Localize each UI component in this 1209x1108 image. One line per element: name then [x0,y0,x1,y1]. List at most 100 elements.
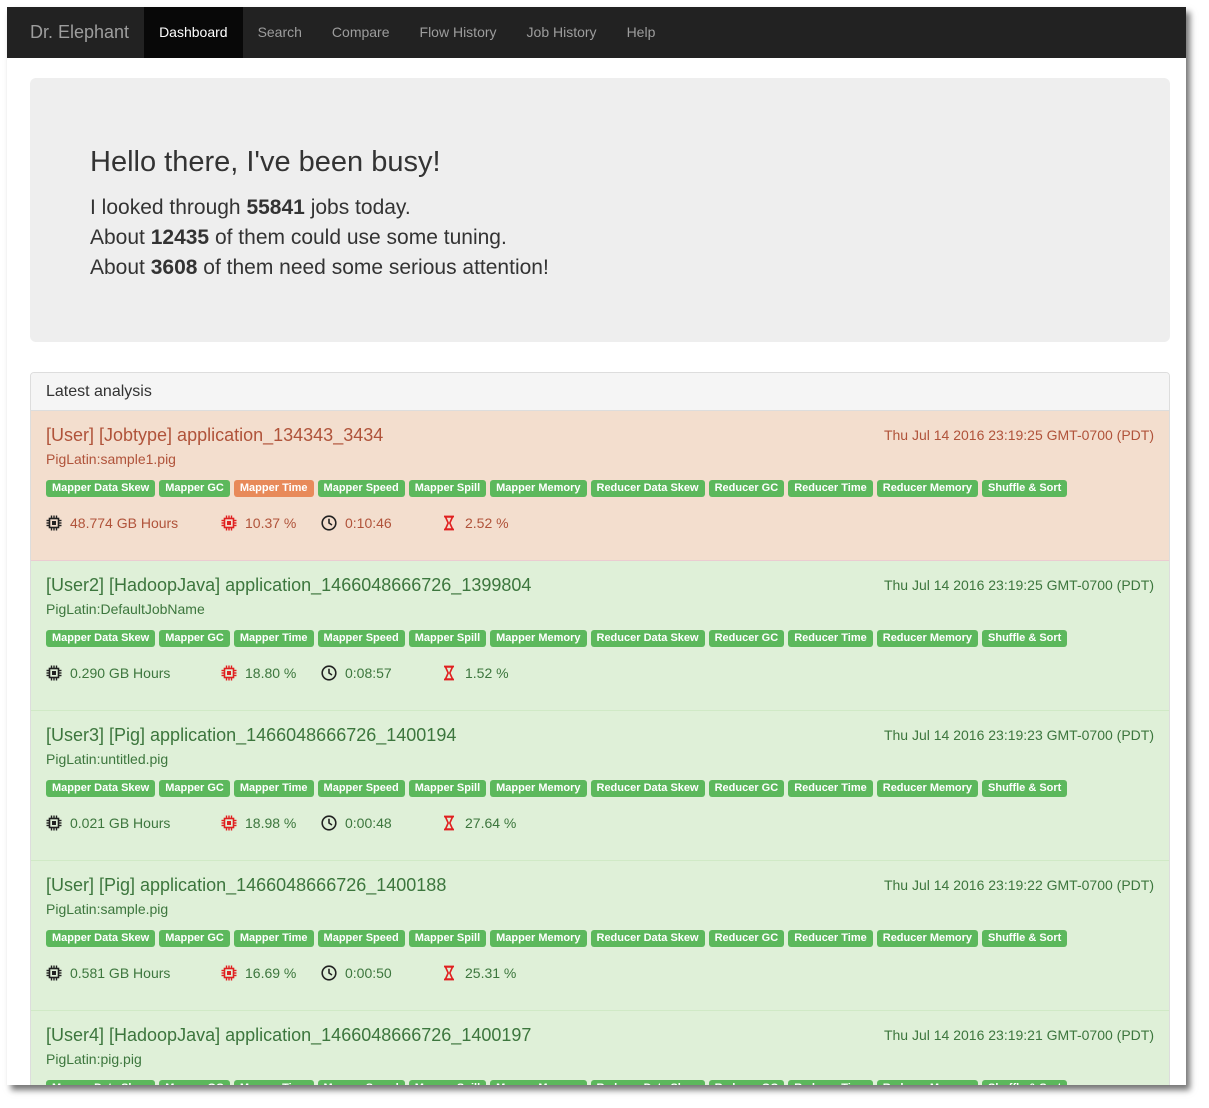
memory-chip-icon [46,515,62,531]
clock-icon [321,965,337,981]
heuristic-badge[interactable]: Mapper Memory [490,630,587,647]
heuristic-badge[interactable]: Mapper Time [233,480,314,497]
heuristic-badge[interactable]: Mapper GC [159,930,230,947]
resource-used: 48.774 GB Hours [46,515,221,531]
heuristic-badge[interactable]: Mapper Memory [490,780,587,797]
heuristic-badge[interactable]: Mapper Spill [408,1080,487,1085]
cpu-chip-icon [221,815,237,831]
heuristic-badges: Mapper Data SkewMapper GCMapper TimeMapp… [46,930,1154,947]
nav-dashboard[interactable]: Dashboard [144,7,243,58]
job-row[interactable]: [User3] [Pig] application_1466048666726_… [31,711,1169,861]
heuristic-badge[interactable]: Reducer Data Skew [590,930,705,947]
runtime: 0:00:48 [321,815,441,831]
heuristic-badge[interactable]: Mapper Data Skew [46,930,156,947]
hero-line-tuning: About 12435 of them could use some tunin… [90,226,507,249]
heuristic-badge[interactable]: Shuffle & Sort [982,930,1068,947]
heuristic-badge[interactable]: Mapper Data Skew [46,480,156,497]
clock-icon [321,665,337,681]
job-row[interactable]: [User2] [HadoopJava] application_1466048… [31,561,1169,711]
heuristic-badge[interactable]: Reducer Time [788,1080,873,1085]
heuristic-badge[interactable]: Mapper Spill [408,480,487,497]
heuristic-badge[interactable]: Reducer GC [708,630,785,647]
hourglass-icon [444,515,454,531]
heuristic-badge[interactable]: Shuffle & Sort [982,780,1068,797]
cpu-efficiency: 18.98 % [221,815,321,831]
heuristic-badge[interactable]: Reducer Memory [876,1080,979,1085]
heuristic-badges: Mapper Data SkewMapper GCMapper TimeMapp… [46,780,1154,797]
navbar: Dr. Elephant Dashboard Search Compare Fl… [7,7,1186,58]
heuristic-badge[interactable]: Mapper Data Skew [46,630,156,647]
heuristic-badge[interactable]: Reducer Data Skew [590,780,705,797]
heuristic-badge[interactable]: Mapper Time [233,780,314,797]
job-metrics: 0.581 GB Hours 16.69 % 0:00:50 25.31 % [46,963,1154,983]
heuristic-badge[interactable]: Mapper Data Skew [46,1080,156,1085]
heuristic-badge[interactable]: Shuffle & Sort [982,480,1068,497]
hourglass-icon [444,665,454,681]
job-name: PigLatin:sample1.pig [46,451,176,467]
nav-search[interactable]: Search [243,7,317,58]
heuristic-badge[interactable]: Mapper Memory [490,1080,587,1085]
cpu-efficiency: 10.37 % [221,515,321,531]
wait-time: 1.52 % [441,665,541,681]
resource-used: 0.581 GB Hours [46,965,221,981]
heuristic-badge[interactable]: Shuffle & Sort [982,630,1068,647]
heuristic-badge[interactable]: Mapper Memory [490,480,587,497]
heuristic-badge[interactable]: Reducer Time [788,630,873,647]
resource-used: 0.021 GB Hours [46,815,221,831]
heuristic-badge[interactable]: Reducer Data Skew [590,480,705,497]
job-row[interactable]: [User] [Jobtype] application_134343_3434… [31,411,1169,561]
heuristic-badge[interactable]: Mapper Time [233,930,314,947]
heuristic-badges: Mapper Data SkewMapper GCMapper TimeMapp… [46,1080,1154,1085]
job-row[interactable]: [User] [Pig] application_1466048666726_1… [31,861,1169,1011]
heuristic-badge[interactable]: Reducer Time [788,480,873,497]
nav-job-history[interactable]: Job History [512,7,612,58]
heuristic-badge[interactable]: Reducer Data Skew [590,630,705,647]
nav-compare[interactable]: Compare [317,7,405,58]
heuristic-badge[interactable]: Mapper Speed [317,480,405,497]
hourglass-icon [444,815,454,831]
heuristic-badges: Mapper Data SkewMapper GCMapper TimeMapp… [46,480,1154,497]
heuristic-badges: Mapper Data SkewMapper GCMapper TimeMapp… [46,630,1154,647]
heuristic-badge[interactable]: Reducer Memory [876,930,979,947]
job-name: PigLatin:DefaultJobName [46,601,205,617]
heuristic-badge[interactable]: Reducer GC [708,780,785,797]
heuristic-badge[interactable]: Mapper Spill [408,780,487,797]
nav-flow-history[interactable]: Flow History [405,7,512,58]
brand-link[interactable]: Dr. Elephant [7,7,144,58]
heuristic-badge[interactable]: Reducer GC [708,480,785,497]
heuristic-badge[interactable]: Mapper GC [159,480,230,497]
heuristic-badge[interactable]: Mapper GC [159,780,230,797]
heuristic-badge[interactable]: Mapper Memory [490,930,587,947]
heuristic-badge[interactable]: Mapper Speed [317,780,405,797]
heuristic-badge[interactable]: Mapper Data Skew [46,780,156,797]
heuristic-badge[interactable]: Mapper Time [233,1080,314,1085]
wait-time: 25.31 % [441,965,541,981]
heuristic-badge[interactable]: Reducer Memory [876,480,979,497]
heuristic-badge[interactable]: Reducer GC [708,1080,785,1085]
runtime: 0:08:57 [321,665,441,681]
job-metrics: 0.021 GB Hours 18.98 % 0:00:48 27.64 % [46,813,1154,833]
heuristic-badge[interactable]: Mapper GC [159,630,230,647]
heuristic-badge[interactable]: Mapper GC [159,1080,230,1085]
job-timestamp: Thu Jul 14 2016 23:19:25 GMT-0700 (PDT) [883,427,1154,443]
heuristic-badge[interactable]: Mapper Spill [408,630,487,647]
heuristic-badge[interactable]: Reducer Data Skew [590,1080,705,1085]
heuristic-badge[interactable]: Mapper Spill [408,930,487,947]
heuristic-badge[interactable]: Mapper Speed [317,930,405,947]
heuristic-badge[interactable]: Reducer GC [708,930,785,947]
heuristic-badge[interactable]: Reducer Memory [876,780,979,797]
tuning-count: 12435 [150,226,210,249]
job-row[interactable]: [User4] [HadoopJava] application_1466048… [31,1011,1169,1085]
runtime: 0:10:46 [321,515,441,531]
heuristic-badge[interactable]: Mapper Speed [317,1080,405,1085]
runtime: 0:00:50 [321,965,441,981]
heuristic-badge[interactable]: Reducer Time [788,930,873,947]
cpu-efficiency: 16.69 % [221,965,321,981]
heuristic-badge[interactable]: Reducer Time [788,780,873,797]
heuristic-badge[interactable]: Mapper Time [233,630,314,647]
heuristic-badge[interactable]: Mapper Speed [317,630,405,647]
heuristic-badge[interactable]: Shuffle & Sort [982,1080,1068,1085]
cpu-chip-icon [221,665,237,681]
nav-help[interactable]: Help [612,7,671,58]
heuristic-badge[interactable]: Reducer Memory [876,630,979,647]
